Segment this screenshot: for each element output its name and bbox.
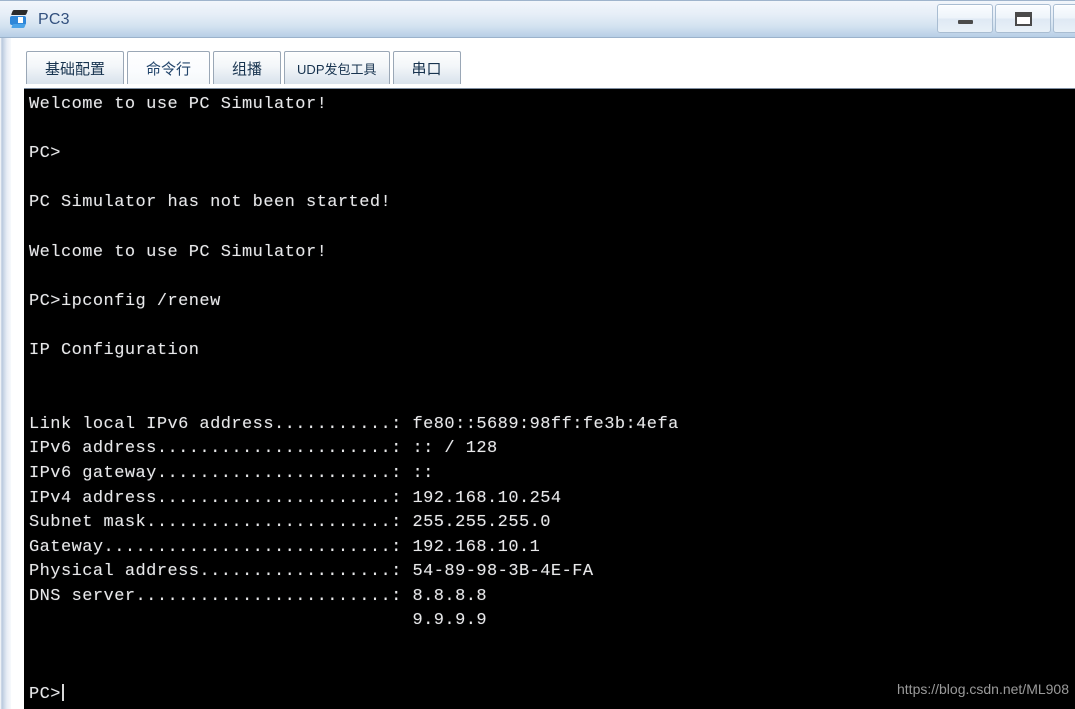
terminal-line: Subnet mask.......................: 255.…: [29, 513, 551, 533]
maximize-icon: [1014, 11, 1032, 26]
pc-simulator-icon: [9, 9, 31, 31]
terminal-line: Welcome to use PC Simulator!: [29, 242, 328, 262]
terminal-line: 9.9.9.9: [29, 611, 488, 631]
tab-list: 基础配置 命令行 组播 UDP发包工具 串口: [26, 50, 1075, 84]
terminal-line: PC Simulator has not been started!: [29, 193, 392, 213]
tab-4[interactable]: 串口: [392, 51, 461, 84]
window-controls: [935, 4, 1075, 34]
terminal-line: IPv6 address......................: :: /…: [29, 439, 498, 459]
maximize-button[interactable]: [995, 4, 1051, 33]
window-frame-left: [0, 38, 11, 709]
terminal-line: DNS server........................: 8.8.…: [29, 586, 488, 606]
terminal-line: Physical address..................: 54-8…: [29, 562, 594, 582]
terminal-line: PC>: [29, 144, 61, 164]
tab-2[interactable]: 组播: [213, 51, 282, 84]
tab-0[interactable]: 基础配置: [26, 51, 125, 84]
tab-3[interactable]: UDP发包工具: [284, 51, 390, 84]
minimize-icon: [957, 20, 973, 24]
window-title: PC3: [38, 10, 70, 28]
terminal-output: Welcome to use PC Simulator! PC> PC Simu…: [24, 89, 1075, 708]
terminal-line: IPv4 address......................: 192.…: [29, 488, 562, 508]
terminal-line: IP Configuration: [29, 340, 200, 360]
terminal-line: IPv6 gateway......................: ::: [29, 463, 434, 483]
title-bar: PC3: [0, 0, 1075, 38]
text-cursor: [61, 684, 64, 702]
close-button[interactable]: [1053, 4, 1075, 33]
minimize-button[interactable]: [937, 4, 993, 33]
terminal-line: Gateway...........................: 192.…: [29, 537, 541, 557]
pc-simulator-window: PC3 基础配置 命令行 组播 UDP发包工具 串口 Welcome to use PC…: [0, 0, 1075, 709]
terminal-prompt: PC>: [29, 685, 61, 705]
terminal-line: Link local IPv6 address...........: fe80…: [29, 414, 679, 434]
command-line-terminal[interactable]: Welcome to use PC Simulator! PC> PC Simu…: [24, 88, 1075, 709]
title-bar-left: PC3: [9, 1, 70, 38]
watermark-text: https://blog.csdn.net/ML908: [897, 681, 1069, 697]
tab-1[interactable]: 命令行: [127, 51, 211, 84]
terminal-line: Welcome to use PC Simulator!: [29, 95, 328, 114]
tab-strip: 基础配置 命令行 组播 UDP发包工具 串口: [11, 38, 1075, 88]
terminal-line: PC>ipconfig /renew: [29, 291, 221, 311]
